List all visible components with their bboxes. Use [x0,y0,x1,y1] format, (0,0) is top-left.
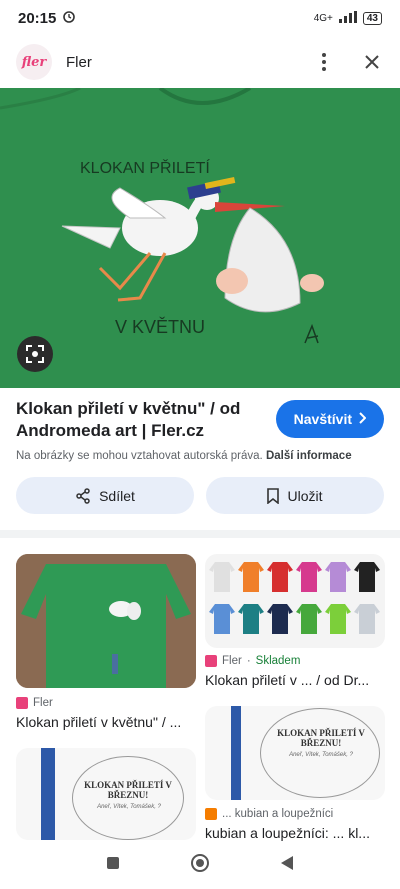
blogger-favicon [205,808,217,820]
network-label: 4G+ [313,12,333,24]
copyright-notice: Na obrázky se mohou vztahovat autorská p… [16,450,384,462]
tshirt-swatch [238,562,264,592]
home-button[interactable] [190,853,210,878]
hero-text-top: KLOKAN PŘILETÍ [80,158,210,177]
share-button[interactable]: Sdílet [16,477,194,514]
tshirt-swatch [325,604,351,634]
tshirt-swatch [238,604,264,634]
green-shirt-thumb [16,554,196,688]
related-title[interactable]: kubian a loupežníci: ... kl... [205,825,385,841]
tshirt-illustration: KLOKAN PŘILETÍ V KVĚTNU [0,88,400,388]
tshirt-swatch [209,604,235,634]
stock-status: Skladem [255,655,301,667]
related-title[interactable]: Klokan přiletí v květnu" / ... [16,714,196,730]
home-circle-icon [191,853,209,872]
fler-logo: fler [16,44,52,80]
related-source: ... kubian a loupežníci [222,808,334,820]
bookmark-icon [267,487,280,504]
back-triangle-icon [281,855,293,870]
pencil-shape [231,706,241,800]
meta-separator: · [246,655,251,667]
pencil-shape [41,748,55,840]
hero-text-bottom: V KVĚTNU [115,317,205,337]
lens-search-button[interactable] [17,336,53,372]
related-meta: Fler · Skladem [205,655,300,667]
visit-button[interactable]: Navštívit [275,400,384,438]
square-icon [107,856,119,869]
visit-label: Navštívit [293,411,352,427]
status-bar: 20:15 4G+ 43 [0,0,400,36]
fler-favicon [16,697,28,709]
status-time: 20:15 [18,9,57,27]
close-icon[interactable] [360,50,384,74]
tshirt-swatch [296,562,322,592]
card-sub: Aneř, Vítek, Tomášek, ? [97,804,161,810]
card-text: KLOKAN PŘILETÍ V BŘEZNU! [277,728,365,748]
save-label: Uložit [287,487,323,504]
related-source: Fler [33,697,53,709]
more-info-link[interactable]: Další informace [266,450,352,462]
tshirt-swatch [267,562,293,592]
save-button[interactable]: Uložit [206,477,384,514]
back-button[interactable] [280,855,294,876]
app-bar: fler Fler [0,36,400,88]
related-card-image[interactable] [205,554,385,648]
related-meta: Fler [16,697,53,709]
more-options-icon[interactable] [312,50,336,74]
tshirt-swatch [209,562,235,592]
tshirt-swatch [354,562,380,592]
battery-icon: 43 [362,11,382,25]
signal-icon [338,10,357,26]
tshirt-swatch [325,562,351,592]
tshirt-swatch [267,604,293,634]
related-card-image[interactable]: KLOKAN PŘILETÍ V BŘEZNU! Aneř, Vítek, To… [16,748,196,840]
share-icon [76,487,90,504]
tshirt-swatch [354,604,380,634]
share-label: Sdílet [99,487,135,504]
tshirt-swatch [296,604,322,634]
card-sub: Aneř, Vítek, Tomášek, ? [289,752,353,758]
related-card-image[interactable]: KLOKAN PŘILETÍ V BŘEZNU! Aneř, Vítek, To… [205,706,385,800]
chevron-right-icon [358,411,367,427]
system-nav-bar [0,841,400,889]
app-title: Fler [66,53,92,71]
related-title[interactable]: Klokan přiletí v ... / od Dr... [205,672,385,688]
alarm-icon [62,9,76,27]
color-swatch-grid [209,562,380,634]
result-info: Klokan přiletí v květnu" / od Andromeda … [16,398,384,462]
fler-favicon [205,655,217,667]
copyright-text: Na obrázky se mohou vztahovat autorská p… [16,450,263,462]
card-text: KLOKAN PŘILETÍ V BŘEZNU! [84,780,172,800]
recent-apps-button[interactable] [106,856,120,875]
action-row: Sdílet Uložit [16,477,384,514]
related-meta: ... kubian a loupežníci [205,808,333,820]
lens-icon [26,345,44,363]
hero-image[interactable]: KLOKAN PŘILETÍ V KVĚTNU [0,88,400,388]
related-source: Fler [222,655,242,667]
result-title[interactable]: Klokan přiletí v květnu" / od Andromeda … [16,398,261,442]
related-card-image[interactable] [16,554,196,688]
section-divider [0,530,400,538]
